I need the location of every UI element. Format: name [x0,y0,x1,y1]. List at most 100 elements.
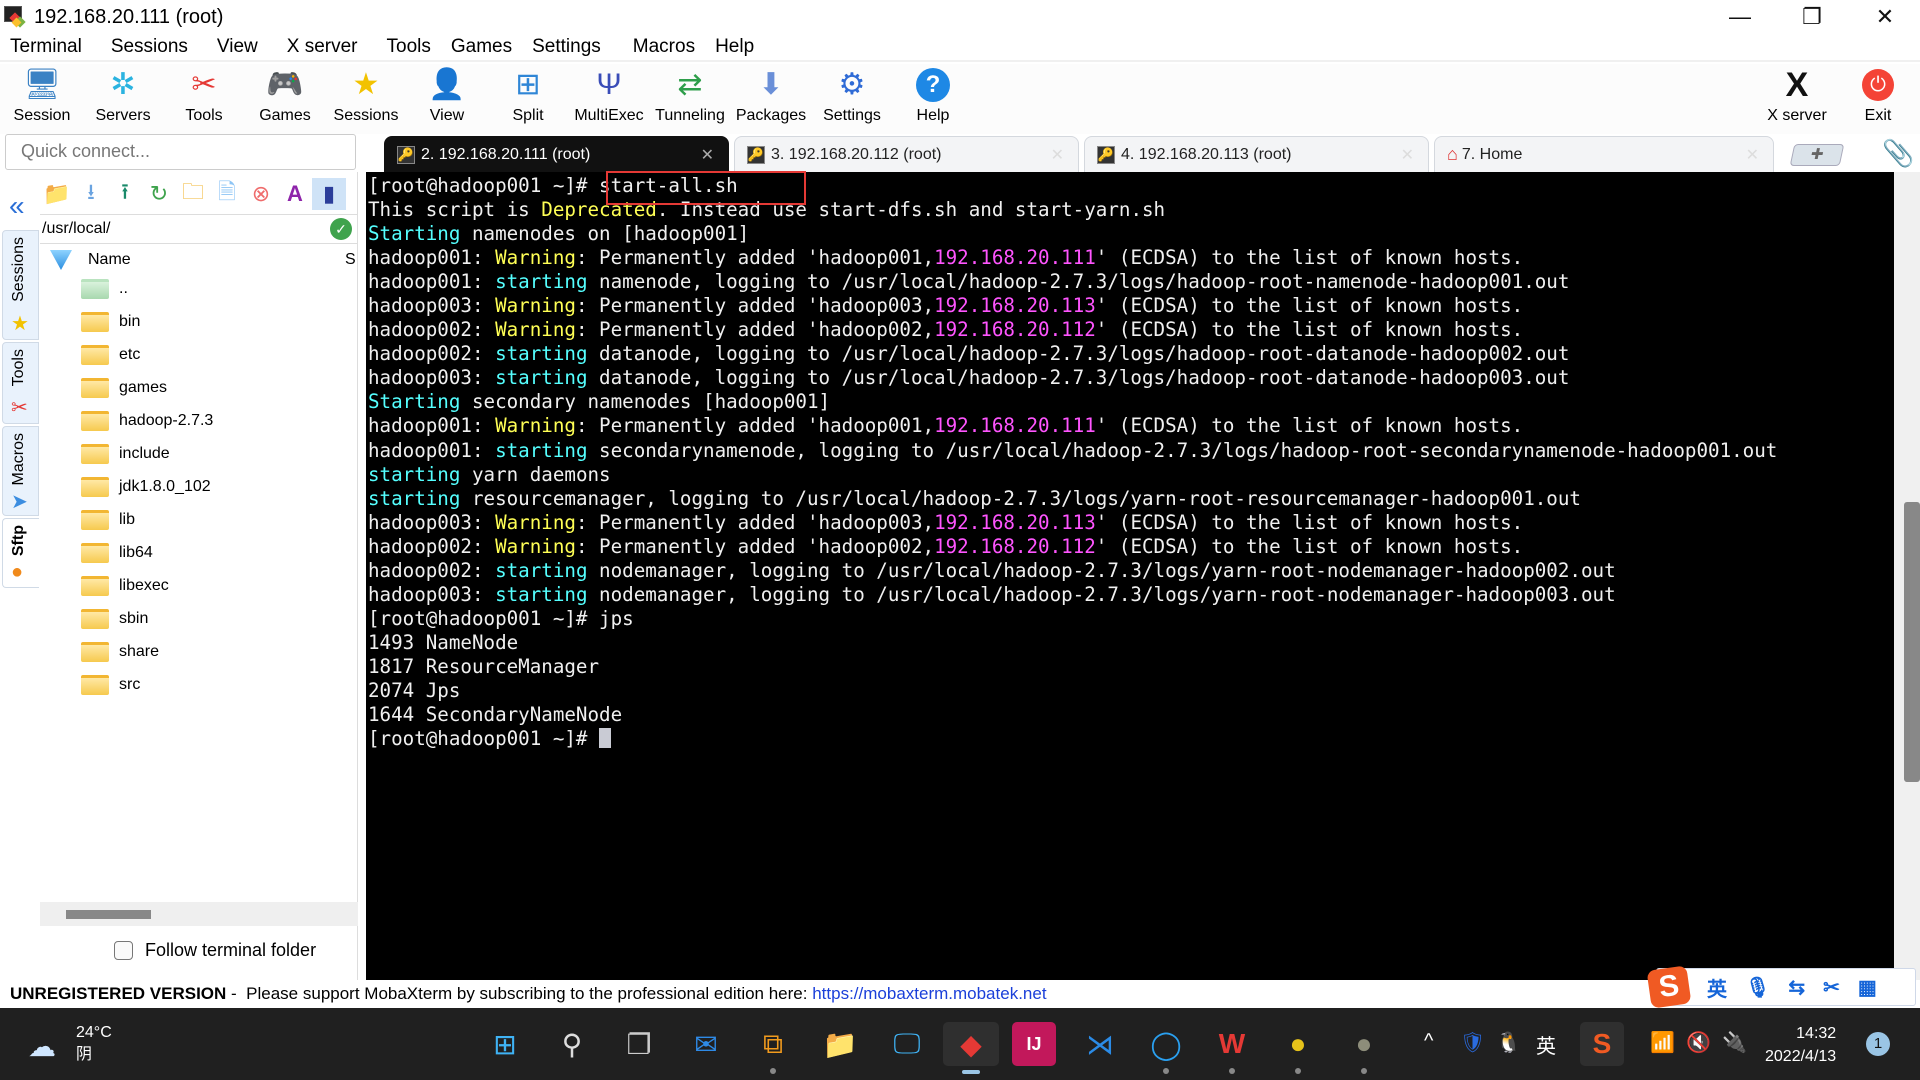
sidetab-tools[interactable]: Tools ✂ [2,342,39,424]
session-button[interactable]: 🖥 Session [2,66,82,132]
file-row[interactable]: lib [40,503,358,536]
menu-view[interactable]: View [207,36,268,58]
terminal-output[interactable]: [root@hadoop001 ~]# start-all.sh This scr… [366,172,1894,980]
sort-icon[interactable] [50,250,72,270]
tunneling-button[interactable]: ⇄ Tunneling [650,66,730,132]
remote-desktop-app[interactable]: 🖵 [885,1022,929,1066]
cloud-icon[interactable]: ☁ [28,1030,56,1063]
file-row[interactable]: lib64 [40,536,358,569]
mail-app[interactable]: ✉ [684,1022,728,1066]
follow-terminal-folder-checkbox[interactable]: Follow terminal folder [114,940,316,961]
mobatek-link[interactable]: https://mobaxterm.mobatek.net [812,984,1046,1003]
sessions-button[interactable]: ★ Sessions [326,66,406,132]
refresh-icon[interactable]: ↻ [142,178,176,210]
scrollbar-thumb[interactable] [1904,502,1920,782]
system-clock[interactable]: 14:32 2022/4/13 [1765,1022,1836,1068]
file-row[interactable]: hadoop-2.7.3 [40,404,358,437]
sogou-logo-icon[interactable]: S [1646,965,1692,1009]
sidetab-sessions[interactable]: Sessions ★ [2,230,39,340]
file-row[interactable]: jdk1.8.0_102 [40,470,358,503]
tray-ime-indicator[interactable]: 英 [1536,1030,1556,1059]
download-icon[interactable]: ⭳ [74,178,108,210]
sftp-path-input[interactable]: /usr/local/ ✓ [40,214,358,244]
file-row[interactable]: src [40,668,358,701]
sidetab-sftp[interactable]: Sftp ● [2,518,39,588]
sidetab-macros[interactable]: Macros ➤ [2,426,39,516]
weather-widget[interactable]: 24°C 阴 [76,1022,112,1066]
close-window-button[interactable]: ✕ [1855,0,1915,34]
menu-settings[interactable]: Settings [522,36,611,58]
volume-muted-icon[interactable]: 🔇 [1686,1030,1711,1055]
settings-button[interactable]: ⚙ Settings [812,66,892,132]
file-row[interactable]: games [40,371,358,404]
multiexec-button[interactable]: Ψ MultiExec [569,66,649,132]
exit-button[interactable]: ⏻ Exit [1838,66,1918,132]
new-tab-button[interactable]: ✚ [1789,144,1845,166]
close-tab-icon[interactable]: ✕ [1746,145,1759,165]
games-button[interactable]: 🎮 Games [245,66,325,132]
tab-session-2[interactable]: 🔑 2. 192.168.20.111 (root) ✕ [384,136,729,172]
close-tab-icon[interactable]: ✕ [701,145,714,165]
split-button[interactable]: ⊞ Split [488,66,568,132]
file-explorer-app[interactable]: 📁 [818,1022,862,1066]
grid-icon[interactable]: ▦ [1858,975,1877,1000]
qq-browser-app[interactable]: ◯ [1144,1022,1188,1074]
servers-button[interactable]: ✲ Servers [83,66,163,132]
menu-games[interactable]: Games [441,36,522,58]
packages-button[interactable]: ⬇ Packages [731,66,811,132]
menu-help[interactable]: Help [705,36,764,58]
terminal-scrollbar[interactable] [1894,172,1920,980]
vscode-app[interactable]: ⋊ [1078,1022,1122,1066]
close-tab-icon[interactable]: ✕ [1401,145,1414,165]
horizontal-scrollbar[interactable] [40,902,358,926]
meeting-app[interactable]: ⧉ [751,1022,795,1074]
x-server-button[interactable]: X X server [1757,66,1837,132]
restore-button[interactable]: ❐ [1782,0,1842,34]
translate-icon[interactable]: ⇆ [1788,975,1805,1000]
battery-charging-icon[interactable]: 🔌 [1722,1030,1747,1055]
file-row[interactable]: .. [40,272,358,305]
file-row[interactable]: libexec [40,569,358,602]
tools-button[interactable]: ✂ Tools [164,66,244,132]
upload-icon[interactable]: ⭱ [108,178,142,210]
task-view-button[interactable]: ❐ [617,1022,661,1066]
sogou-tray-app[interactable]: S [1580,1022,1624,1066]
rename-icon[interactable]: A [278,178,312,210]
scrollbar-thumb[interactable] [66,910,151,919]
new-file-icon[interactable]: 🗎 [210,178,244,210]
file-row[interactable]: share [40,635,358,668]
tab-session-3[interactable]: 🔑 3. 192.168.20.112 (root) ✕ [734,136,1079,172]
mobaxterm-taskbar-app[interactable]: ◆ [943,1022,999,1074]
scissors-icon[interactable]: ✂ [1823,975,1840,1000]
search-button[interactable]: ⚲ [550,1022,594,1066]
quick-connect-input[interactable]: Quick connect... [5,134,356,170]
file-row[interactable]: sbin [40,602,358,635]
check-icon[interactable]: ✓ [330,218,352,240]
wps-app[interactable]: W [1210,1022,1254,1074]
menu-x-server[interactable]: X server [277,36,368,58]
attachment-icon[interactable]: 📎 [1882,138,1914,169]
menu-tools[interactable]: Tools [377,36,441,58]
ultraedit-app[interactable]: ● [1276,1022,1320,1074]
new-folder-icon[interactable]: 🗀 [176,178,210,210]
tab-home[interactable]: ⌂ 7. Home ✕ [1434,136,1774,172]
tab-session-4[interactable]: 🔑 4. 192.168.20.113 (root) ✕ [1084,136,1429,172]
file-row[interactable]: bin [40,305,358,338]
parent-folder-icon[interactable]: 📁 [40,178,74,210]
column-size[interactable]: S [345,251,356,269]
menu-macros[interactable]: Macros [623,36,705,58]
wifi-icon[interactable]: 📶 [1650,1030,1675,1055]
view-button[interactable]: 👤 View [407,66,487,132]
file-row[interactable]: etc [40,338,358,371]
file-row[interactable]: include [40,437,358,470]
qq-penguin-icon[interactable]: 🐧 [1496,1030,1521,1055]
delete-icon[interactable]: ⊗ [244,178,278,210]
help-button[interactable]: ? Help [893,66,973,132]
properties-icon[interactable]: ▮ [312,178,346,210]
dog-avatar-app[interactable]: ● [1342,1022,1386,1074]
checkbox-icon[interactable] [114,941,133,960]
mic-icon[interactable]: 🎙 [1745,975,1770,1000]
security-shield-icon[interactable]: 🛡 [1460,1030,1485,1055]
collapse-sidebar-icon[interactable]: « [9,190,25,222]
close-tab-icon[interactable]: ✕ [1051,145,1064,165]
